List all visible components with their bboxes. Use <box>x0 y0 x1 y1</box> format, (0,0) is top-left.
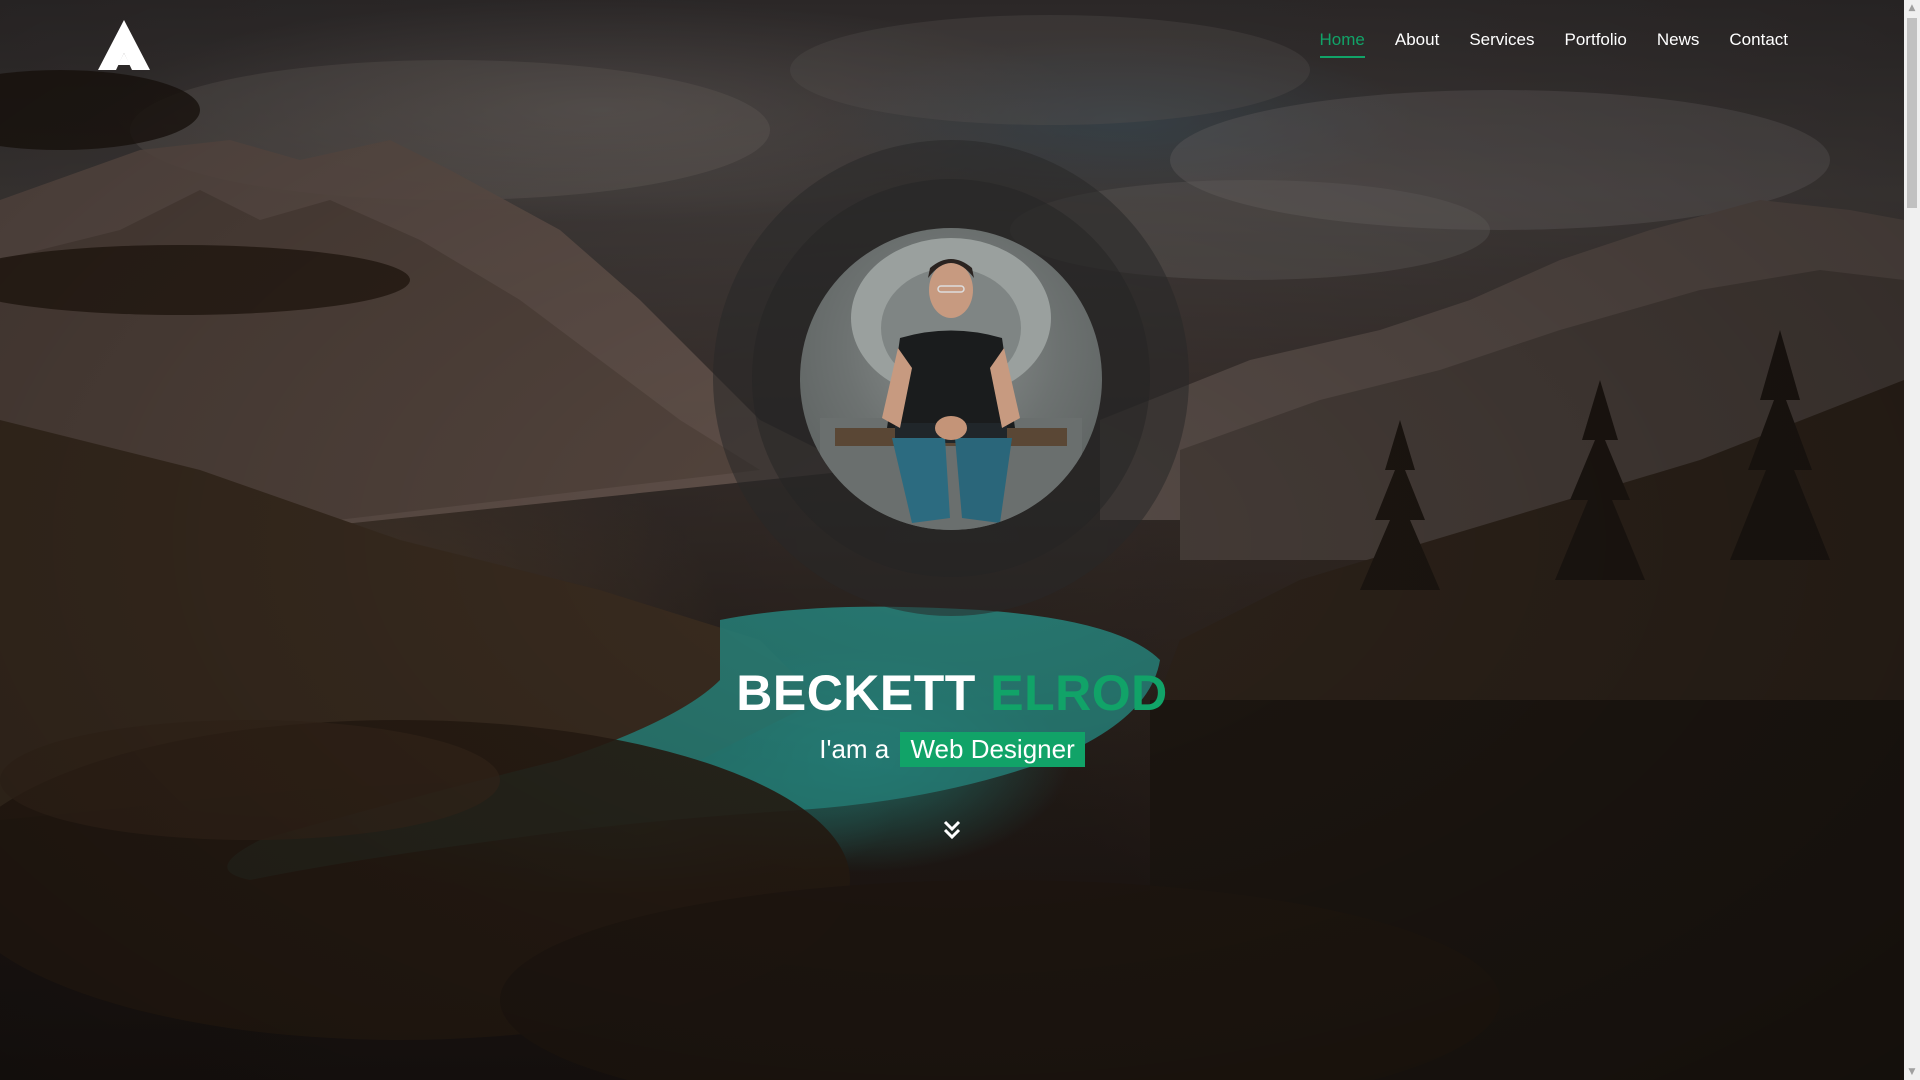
scrollbar-thumb[interactable] <box>1907 18 1917 208</box>
profile-photo <box>820 238 1082 530</box>
nav-news[interactable]: News <box>1657 30 1700 58</box>
nav-contact[interactable]: Contact <box>1729 30 1788 58</box>
avatar <box>800 228 1102 530</box>
role-highlight: Web Designer <box>900 732 1085 767</box>
site-logo[interactable] <box>98 20 150 70</box>
scroll-down-button[interactable] <box>937 815 967 845</box>
nav-portfolio[interactable]: Portfolio <box>1565 30 1627 58</box>
main-nav: Home About Services Portfolio News Conta… <box>1319 30 1788 58</box>
mountain-peak-logo-icon <box>98 20 150 70</box>
hero-role: I'am a Web Designer <box>0 732 1904 767</box>
scroll-up-arrow-icon[interactable]: ▲ <box>1906 2 1918 14</box>
first-name: BECKETT <box>736 665 976 721</box>
nav-home[interactable]: Home <box>1319 30 1365 58</box>
hero-section: Home About Services Portfolio News Conta… <box>0 0 1904 1080</box>
nav-about[interactable]: About <box>1395 30 1439 58</box>
scroll-down-arrow-icon[interactable]: ▼ <box>1906 1066 1918 1078</box>
hero-name: BECKETT ELROD <box>0 664 1904 722</box>
role-prefix: I'am a <box>819 734 890 764</box>
nav-services[interactable]: Services <box>1469 30 1534 58</box>
last-name: ELROD <box>990 665 1168 721</box>
double-chevron-down-icon <box>943 820 961 840</box>
